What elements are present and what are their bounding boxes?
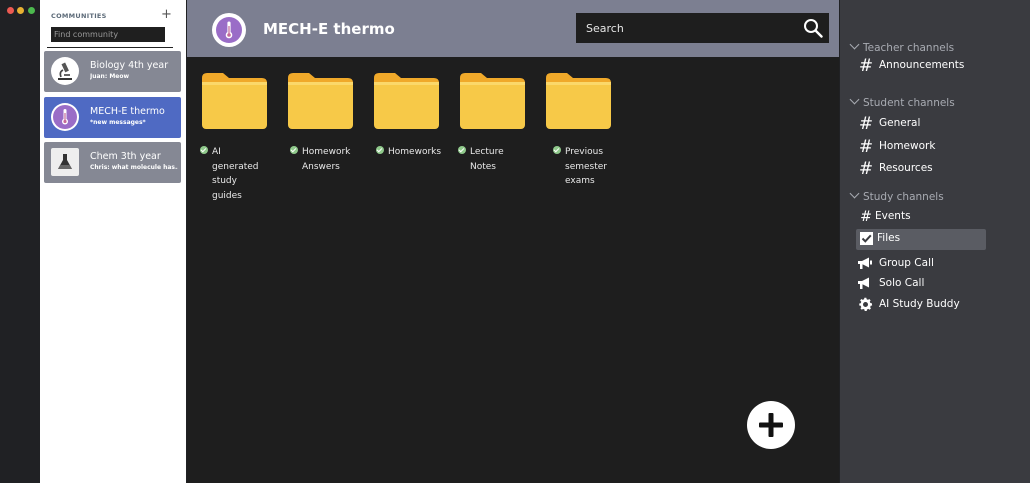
folder-label: AI generated study guides (212, 147, 259, 201)
community-last-message: *new messages* (90, 119, 146, 126)
add-file-button[interactable] (747, 401, 795, 449)
search-icon[interactable] (803, 18, 823, 38)
folder-label: Previous semester exams (565, 147, 607, 186)
community-last-message: Chris: what molecule has... (90, 164, 178, 171)
student-channels-header[interactable]: Student channels (849, 94, 955, 109)
synced-check-icon (458, 146, 466, 154)
channels-panel: Teacher channels # Announcements Student… (840, 0, 1030, 483)
community-title: Biology 4th year (90, 60, 169, 71)
synced-check-icon (290, 146, 298, 154)
gear-icon (859, 297, 873, 311)
community-item-mech-e[interactable]: MECH-E thermo *new messages* (44, 97, 181, 138)
search-input[interactable] (576, 13, 796, 43)
chevron-down-icon (849, 188, 860, 199)
window-frame (0, 0, 40, 483)
communities-heading: COMMUNITIES (51, 12, 107, 20)
channel-files[interactable]: Files (856, 229, 986, 250)
community-header: MECH-E thermo (187, 0, 839, 57)
thermometer-icon (212, 13, 246, 47)
community-title: MECH-E thermo (90, 106, 165, 117)
folder-icon (546, 73, 611, 129)
synced-check-icon (553, 146, 561, 154)
search-box (576, 13, 829, 43)
folder-icon (202, 73, 267, 129)
hash-icon: # (858, 159, 874, 179)
plus-icon (759, 413, 783, 437)
folder-label: Homework Answers (302, 147, 351, 172)
community-item-biology[interactable]: Biology 4th year Juan: Meow (44, 51, 181, 92)
community-item-chem[interactable]: Chem 3th year Chris: what molecule has..… (44, 142, 181, 183)
find-community-input[interactable] (51, 27, 165, 42)
chevron-down-icon (849, 39, 860, 50)
synced-check-icon (200, 146, 208, 154)
synced-check-icon (376, 146, 384, 154)
checkbox-icon (860, 232, 873, 245)
megaphone-icon (858, 277, 869, 289)
flask-icon (51, 148, 79, 176)
main-panel: MECH-E thermo AI generatedstudy guides (187, 0, 839, 483)
window-close-button[interactable] (7, 7, 14, 14)
community-last-message: Juan: Meow (90, 73, 130, 80)
thermometer-icon (51, 103, 79, 131)
megaphone-icon (858, 257, 872, 269)
folder-icon (288, 73, 353, 129)
folder-label: Lecture Notes (470, 147, 504, 172)
community-title: Chem 3th year (90, 151, 161, 162)
hash-icon: # (858, 114, 874, 134)
communities-sidebar: COMMUNITIES + Biology 4th year Juan: Meo… (40, 0, 186, 483)
hash-icon: # (858, 56, 874, 76)
microscope-icon (51, 57, 79, 85)
window-minimize-button[interactable] (17, 7, 24, 14)
folder-icon (460, 73, 525, 129)
hash-icon: # (858, 137, 874, 157)
teacher-channels-header[interactable]: Teacher channels (849, 39, 954, 54)
chevron-down-icon (849, 94, 860, 105)
window-maximize-button[interactable] (28, 7, 35, 14)
page-title: MECH-E thermo (263, 20, 395, 38)
folder-label: Homeworks (388, 147, 442, 157)
divider (47, 47, 173, 48)
study-channels-header[interactable]: Study channels (849, 188, 944, 203)
events-icon: # (860, 209, 872, 225)
folder-icon (374, 73, 439, 129)
add-community-button[interactable]: + (161, 8, 172, 22)
